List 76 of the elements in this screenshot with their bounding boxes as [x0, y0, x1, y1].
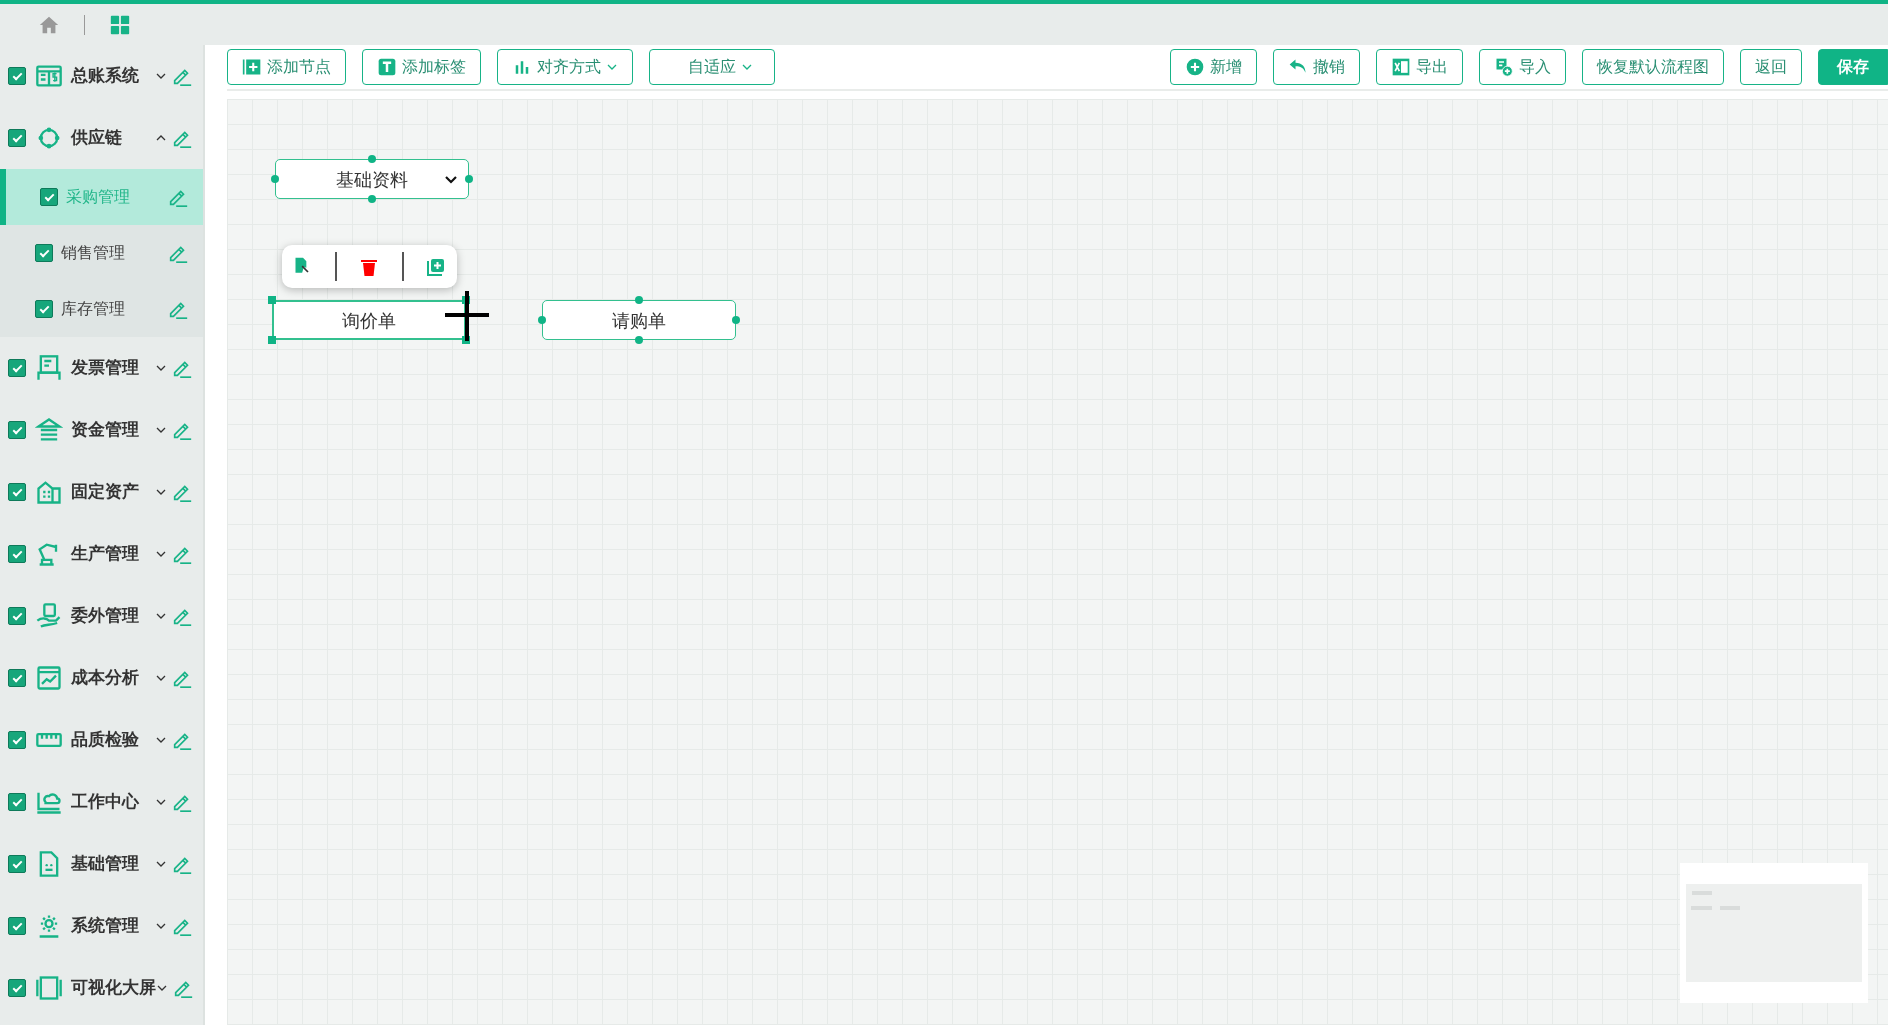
connection-handle[interactable] [268, 296, 276, 304]
connection-handle[interactable] [732, 316, 740, 324]
menu-item-label[interactable]: 发票管理 [71, 355, 139, 381]
checkbox[interactable] [8, 483, 26, 501]
checkbox[interactable] [8, 855, 26, 873]
submenu-item[interactable]: 库存管理 [0, 281, 203, 337]
crosshair-cursor-icon [445, 291, 489, 341]
receipt-icon [35, 354, 63, 382]
checkbox[interactable] [8, 545, 26, 563]
connection-handle[interactable] [368, 155, 376, 163]
connection-handle[interactable] [368, 195, 376, 203]
menu-item-label[interactable]: 基础管理 [71, 851, 139, 877]
menu-item-label[interactable]: 品质检验 [71, 727, 139, 753]
file-plus-icon [1494, 57, 1514, 77]
flow-node[interactable]: 询价单 [272, 300, 466, 340]
menu-item-label[interactable]: 总账系统 [71, 63, 139, 89]
toolbar-button[interactable]: 恢复默认流程图 [1582, 49, 1724, 85]
connection-handle[interactable] [462, 296, 470, 304]
chart-icon [35, 664, 63, 692]
text-icon [377, 57, 397, 77]
toolbar-button[interactable]: 返回 [1740, 49, 1802, 85]
connection-handle[interactable] [462, 336, 470, 344]
checkbox[interactable] [8, 917, 26, 935]
menu-item-label[interactable]: 生产管理 [71, 541, 139, 567]
bank-icon [35, 416, 63, 444]
node-label: 基础资料 [336, 167, 408, 192]
submenu-label: 采购管理 [66, 186, 130, 208]
toolbar-button[interactable]: 撤销 [1273, 49, 1360, 85]
screen-icon [35, 974, 63, 1002]
node-label: 询价单 [342, 308, 396, 333]
toolbar-button[interactable]: 添加节点 [227, 49, 346, 85]
submenu-item[interactable]: 销售管理 [0, 225, 203, 281]
checkbox[interactable] [40, 188, 58, 206]
toolbar-button[interactable]: 导入 [1479, 49, 1566, 85]
plus-circle-icon [1185, 57, 1205, 77]
menu-item-label[interactable]: 成本分析 [71, 665, 139, 691]
connection-handle[interactable] [538, 316, 546, 324]
checkbox[interactable] [8, 359, 26, 377]
toolbar-button[interactable]: 自适应 [649, 49, 775, 85]
menu-item-label[interactable]: 资金管理 [71, 417, 139, 443]
menu-item-label[interactable]: 系统管理 [71, 913, 139, 939]
connection-handle[interactable] [635, 296, 643, 304]
connection-handle[interactable] [268, 336, 276, 344]
toolbar-button[interactable]: 对齐方式 [497, 49, 633, 85]
submenu-label: 库存管理 [61, 298, 125, 320]
toolbar-button[interactable]: 新增 [1170, 49, 1257, 85]
checkbox[interactable] [8, 731, 26, 749]
menu-item-label[interactable]: 固定资产 [71, 479, 139, 505]
menu-item-label[interactable]: 供应链 [71, 125, 122, 151]
hand-icon [35, 602, 63, 630]
submenu-label: 销售管理 [61, 242, 125, 264]
connection-handle[interactable] [271, 175, 279, 183]
checkbox[interactable] [8, 979, 26, 997]
flow-node[interactable]: 请购单 [542, 300, 736, 340]
connection-handle[interactable] [635, 336, 643, 344]
connection-handle[interactable] [465, 175, 473, 183]
checkbox[interactable] [8, 793, 26, 811]
toolbar-button[interactable]: 导出 [1376, 49, 1463, 85]
building-icon [35, 478, 63, 506]
checkbox[interactable] [35, 300, 53, 318]
flow-canvas[interactable]: 基础资料 询价单 请购单 [227, 99, 1888, 1025]
menu-item-label[interactable]: 可视化大屏 [71, 975, 156, 1001]
checkbox[interactable] [8, 607, 26, 625]
checkbox[interactable] [8, 669, 26, 687]
toolbar-button[interactable]: 添加标签 [362, 49, 481, 85]
copy-icon[interactable] [425, 256, 446, 277]
checkbox[interactable] [35, 244, 53, 262]
spreadsheet-icon [1391, 57, 1411, 77]
add-node-icon [242, 57, 262, 77]
checkbox[interactable] [8, 129, 26, 147]
menu-item-label[interactable]: 工作中心 [71, 789, 139, 815]
checkbox[interactable] [8, 421, 26, 439]
menu-item-label[interactable]: 委外管理 [71, 603, 139, 629]
checkbox[interactable] [8, 67, 26, 85]
flow-node[interactable]: 基础资料 [275, 159, 469, 199]
node-label: 请购单 [612, 308, 666, 333]
